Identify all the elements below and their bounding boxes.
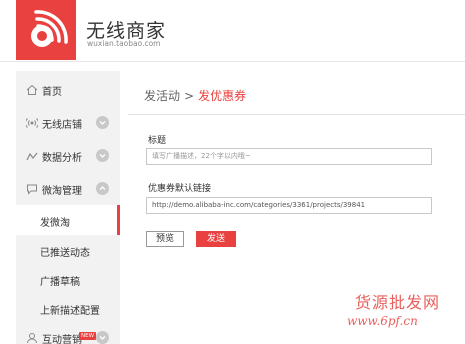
sidebar-subitem-label: 发微淘 <box>40 218 70 229</box>
sidebar-item-data-analysis[interactable]: 数据分析 <box>16 139 120 171</box>
sidebar-subitem-pushed-updates[interactable]: 已推送动态 <box>16 235 120 265</box>
new-badge: NEW <box>79 332 97 340</box>
breadcrumb-separator: > <box>184 89 195 103</box>
sidebar-subitem-label: 上新描述配置 <box>40 306 100 317</box>
preview-button[interactable]: 预览 <box>146 231 184 247</box>
link-field-label: 优惠券默认链接 <box>148 184 212 194</box>
home-icon <box>26 84 38 95</box>
sidebar-item-label: 微淘管理 <box>42 186 82 197</box>
header-divider <box>128 114 465 115</box>
sidebar-subitem-new-description-config[interactable]: 上新描述配置 <box>16 293 120 323</box>
coupon-link-input[interactable]: http://demo.alibaba-inc.com/categories/3… <box>146 197 432 214</box>
user-icon <box>27 333 37 344</box>
watermark-title: 货源批发网 <box>355 293 441 312</box>
radio-signal-icon <box>26 118 38 128</box>
breadcrumb-current: 发优惠券 <box>198 89 247 103</box>
sidebar-item-weitao-management[interactable]: 微淘管理 <box>16 172 120 204</box>
top-header: 无线商家 wuxian.taobao.com <box>0 0 465 62</box>
sidebar-item-wireless-shop[interactable]: 无线店铺 <box>16 106 120 138</box>
sidebar-subitem-label: 已推送动态 <box>40 248 90 259</box>
sidebar-item-home[interactable]: 首页 <box>16 73 120 105</box>
chevron-down-icon[interactable] <box>96 116 109 129</box>
sidebar-item-label: 数据分析 <box>42 153 82 164</box>
sidebar-subitem-broadcast-drafts[interactable]: 广播草稿 <box>16 264 120 294</box>
chevron-up-icon[interactable] <box>96 182 109 195</box>
breadcrumb-root-link[interactable]: 发活动 <box>144 89 180 103</box>
app-logo[interactable] <box>16 0 76 60</box>
breadcrumb: 发活动 > 发优惠券 <box>144 87 246 104</box>
send-button[interactable]: 发送 <box>196 231 236 247</box>
sidebar-item-label: 无线店铺 <box>42 120 82 131</box>
title-input[interactable]: 填写广播描述，22个字以内哦~ <box>146 148 432 165</box>
sidebar-subitem-post-weitao[interactable]: 发微淘 <box>16 205 120 235</box>
title-field-label: 标题 <box>148 136 167 146</box>
brand-subtitle: wuxian.taobao.com <box>87 39 161 48</box>
sidebar: 首页 无线店铺 数据分析 微淘管理 发微淘 已推送动态 广播草稿 上新描述配置 … <box>16 71 120 344</box>
chevron-down-icon[interactable] <box>96 149 109 162</box>
sidebar-item-label: 首页 <box>42 87 62 98</box>
chart-line-icon <box>26 152 38 161</box>
chat-bubble-icon <box>27 184 37 195</box>
sidebar-item-label: 互动营销 <box>42 335 82 344</box>
wifi-bag-icon <box>31 10 68 47</box>
watermark-url: www.6pf.cn <box>347 314 418 328</box>
sidebar-item-interactive-marketing[interactable]: 互动营销 NEW <box>16 321 120 344</box>
sidebar-subitem-label: 广播草稿 <box>40 277 80 288</box>
chevron-down-icon[interactable] <box>96 331 109 344</box>
